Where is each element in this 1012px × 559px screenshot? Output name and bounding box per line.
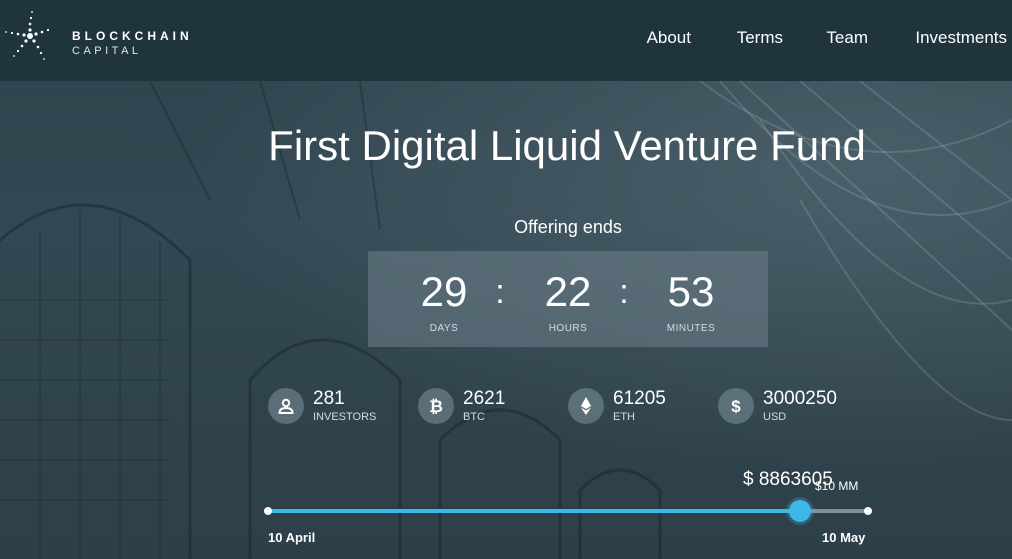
progress-end-dot xyxy=(864,507,872,515)
header: BLOCKCHAIN CAPITAL About Terms Team Inve… xyxy=(0,0,1012,81)
countdown-hours: 22 HOURS xyxy=(518,267,618,334)
countdown-days: 29 DAYS xyxy=(394,267,494,334)
progress-knob[interactable] xyxy=(788,500,811,522)
offering-ends-label: Offering ends xyxy=(514,217,622,237)
days-label: DAYS xyxy=(429,323,459,334)
ethereum-icon xyxy=(568,388,604,424)
progress-fill xyxy=(268,509,800,513)
nav-team[interactable]: Team xyxy=(826,28,868,48)
page-title: First Digital Liquid Venture Fund xyxy=(268,122,866,169)
eth-label: ETH xyxy=(613,411,635,423)
eth-value: 61205 xyxy=(613,388,666,409)
brand-name-line1: BLOCKCHAIN xyxy=(72,29,193,43)
progress-track xyxy=(268,509,868,513)
end-date: 10 May xyxy=(822,530,866,545)
progress-start-dot xyxy=(264,507,272,515)
usd-value: 3000250 xyxy=(763,388,837,409)
minutes-label: MINUTES xyxy=(666,323,716,334)
dollar-icon: $ xyxy=(718,388,754,424)
person-icon xyxy=(268,388,304,424)
hours-value: 22 xyxy=(544,268,592,315)
btc-label: BTC xyxy=(463,411,485,423)
countdown-timer: 29 DAYS : 22 HOURS : 53 MINUTES xyxy=(368,251,768,347)
usd-label: USD xyxy=(763,411,787,423)
logo[interactable]: BLOCKCHAIN CAPITAL xyxy=(4,8,194,68)
countdown-separator: : xyxy=(495,273,505,311)
btc-value: 2621 xyxy=(463,388,506,409)
countdown-minutes: 53 MINUTES xyxy=(641,267,741,334)
bitcoin-icon: ₿ xyxy=(418,388,454,424)
goal-amount: $10 MM xyxy=(815,479,859,493)
nav-terms[interactable]: Terms xyxy=(737,28,783,48)
investors-value: 281 xyxy=(313,388,345,409)
svg-text:$: $ xyxy=(731,397,741,416)
nav-investments[interactable]: Investments xyxy=(915,28,1007,48)
page: BLOCKCHAIN CAPITAL About Terms Team Inve… xyxy=(0,0,1012,559)
days-value: 29 xyxy=(420,268,468,315)
nav-about[interactable]: About xyxy=(647,28,691,48)
fundraising-progress: $ 8863605 $10 MM 10 April 10 May xyxy=(260,460,880,555)
hours-label: HOURS xyxy=(548,323,588,334)
svg-text:₿: ₿ xyxy=(429,397,443,416)
starburst-logo-icon xyxy=(5,11,50,60)
brand-name-line2: CAPITAL xyxy=(72,45,142,57)
start-date: 10 April xyxy=(268,530,316,545)
investors-label: INVESTORS xyxy=(313,411,377,423)
countdown-separator: : xyxy=(619,273,629,311)
minutes-value: 53 xyxy=(667,268,715,315)
